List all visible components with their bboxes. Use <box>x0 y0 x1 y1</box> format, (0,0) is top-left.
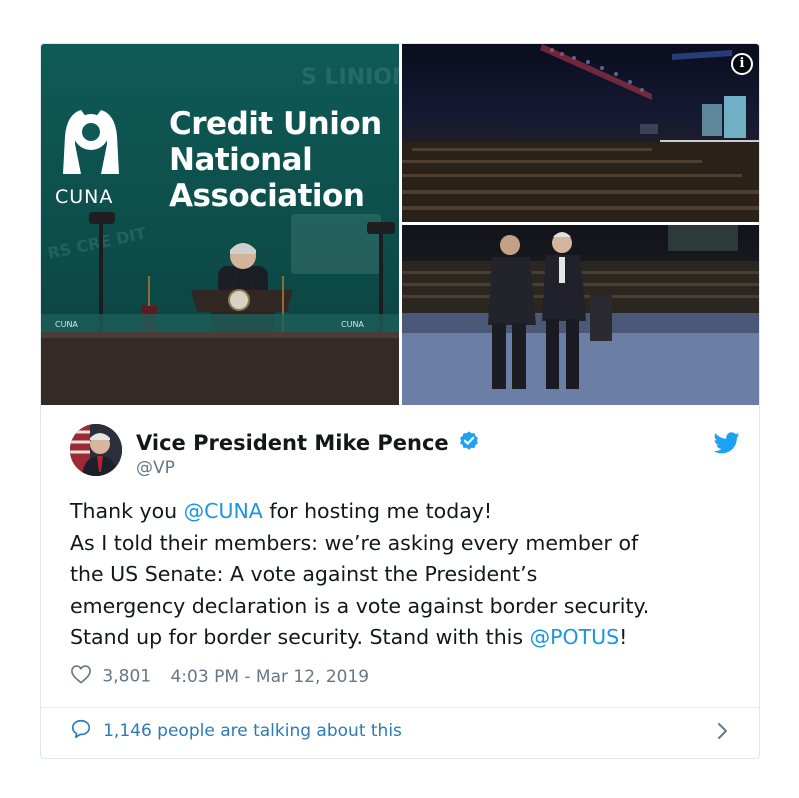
tweet-text-segment: ! <box>619 625 628 649</box>
cuna-banner-text: Credit Union National Association <box>169 106 382 214</box>
like-count[interactable]: 3,801 <box>102 667 151 687</box>
chevron-right-icon[interactable] <box>716 721 730 745</box>
cuna-acronym: CUNA <box>55 186 114 208</box>
tweet-text-segment: emergency declaration is a vote against … <box>70 593 650 618</box>
photo-convention-hall-scene <box>402 44 759 222</box>
avatar[interactable] <box>70 424 122 476</box>
media-grid: S LINION RS CRE DIT <box>41 44 759 405</box>
tweet-text-segment: the US Senate: A vote against the Presid… <box>70 562 538 586</box>
tweet-text-segment: for hosting me today! <box>262 499 493 523</box>
tweet-card[interactable]: S LINION RS CRE DIT <box>40 43 760 759</box>
tweet-text-line: emergency declaration is a vote against … <box>70 591 740 623</box>
tweet-text-segment: As I told their members: we’re asking ev… <box>70 530 639 555</box>
tweet-text: Thank you @CUNA for hosting me today! As … <box>70 496 740 654</box>
heart-outline-icon[interactable] <box>70 664 92 689</box>
tweet-timestamp[interactable]: 4:03 PM - Mar 12, 2019 <box>170 667 369 687</box>
tweet-text-line: As I told their members: we’re asking ev… <box>70 528 740 560</box>
author-name-row: Vice President Mike Pence <box>136 430 480 456</box>
tweet-text-segment: Stand up for border security. Stand with… <box>70 625 530 649</box>
conversation-label[interactable]: 1,146 people are talking about this <box>103 721 402 741</box>
photo-handshake-stage[interactable] <box>402 225 759 405</box>
photo-cuna-podium[interactable]: S LINION RS CRE DIT <box>41 44 399 405</box>
cuna-banner-line-2: National <box>169 142 313 178</box>
cuna-logo-mark <box>63 110 119 174</box>
speech-bubble-icon <box>70 718 92 744</box>
cuna-banner-line-3: Association <box>169 178 365 214</box>
avatar-portrait <box>70 424 122 476</box>
cuna-banner-line-1: Credit Union <box>169 106 382 142</box>
verified-badge-icon <box>458 430 480 456</box>
svg-text:RS CRE DIT: RS CRE DIT <box>46 223 148 262</box>
tweet-text-line: Stand up for border security. Stand with… <box>70 622 740 654</box>
tweet-text-line: the US Senate: A vote against the Presid… <box>70 559 740 591</box>
twitter-bird-icon[interactable] <box>713 432 740 458</box>
mention-link[interactable]: @POTUS <box>530 625 620 649</box>
conversation-link[interactable]: 1,146 people are talking about this <box>70 718 730 746</box>
photo-cuna-podium-scene: S LINION RS CRE DIT <box>41 65 399 405</box>
svg-text:CUNA: CUNA <box>55 320 78 329</box>
tweet-text-segment: Thank you <box>70 499 184 523</box>
tweet-author: Vice President Mike Pence @VP <box>70 424 740 484</box>
svg-text:S LINION: S LINION <box>301 65 399 90</box>
svg-text:CUNA: CUNA <box>341 320 364 329</box>
mention-link[interactable]: @CUNA <box>184 499 263 523</box>
tweet-text-line: Thank you @CUNA for hosting me today! <box>70 496 740 528</box>
author-handle[interactable]: @VP <box>136 458 175 478</box>
photo-convention-hall[interactable]: i <box>402 44 759 222</box>
footer-divider <box>41 707 759 708</box>
tweet-meta: 3,801 4:03 PM - Mar 12, 2019 <box>70 664 369 688</box>
info-icon[interactable]: i <box>731 53 753 75</box>
author-display-name[interactable]: Vice President Mike Pence <box>136 431 449 455</box>
photo-handshake-scene <box>402 225 759 405</box>
